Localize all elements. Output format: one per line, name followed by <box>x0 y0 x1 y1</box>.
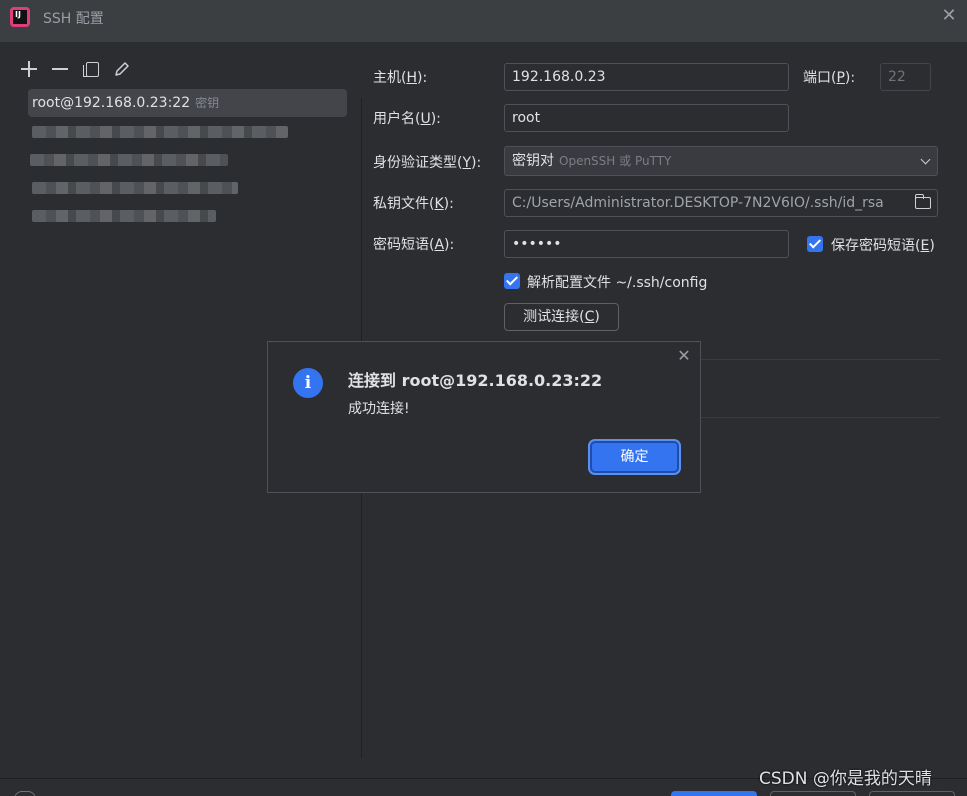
auth-type-value: 密钥对 <box>512 153 554 169</box>
port-input[interactable]: 22 <box>880 63 931 91</box>
cancel-button[interactable] <box>770 791 856 796</box>
username-input[interactable]: root <box>504 104 789 132</box>
host-item-tag: 密钥 <box>195 96 220 110</box>
passphrase-label: 密码短语(A): <box>373 237 455 253</box>
close-icon[interactable]: ✕ <box>937 4 961 28</box>
folder-icon[interactable] <box>914 194 931 209</box>
csdn-watermark: CSDN @你是我的天晴 <box>759 769 932 789</box>
intellij-logo-icon <box>10 7 30 27</box>
key-file-value: C:/Users/Administrator.DESKTOP-7N2V6IO/.… <box>512 195 884 211</box>
username-label: 用户名(U): <box>373 111 441 127</box>
apply-button[interactable] <box>869 791 955 796</box>
key-file-label: 私钥文件(K): <box>373 196 454 212</box>
host-input[interactable]: 192.168.0.23 <box>504 63 789 91</box>
host-item-label: root@192.168.0.23:22 <box>32 95 191 111</box>
dialog-message: 成功连接! <box>348 401 410 417</box>
window-title: SSH 配置 <box>43 11 104 27</box>
info-icon: i <box>293 368 323 398</box>
host-label: 主机(H): <box>373 70 428 86</box>
help-icon[interactable] <box>14 791 36 796</box>
confirm-button[interactable] <box>671 791 757 796</box>
host-list-item-obscured[interactable] <box>28 201 347 229</box>
parse-config-checkbox[interactable] <box>504 273 520 289</box>
copy-icon[interactable] <box>82 60 100 78</box>
connection-result-dialog: ✕ i 连接到 root@192.168.0.23:22 成功连接! 确定 <box>267 341 701 493</box>
port-label: 端口(P): <box>803 70 856 86</box>
edit-icon[interactable] <box>113 60 131 78</box>
auth-type-select[interactable]: 密钥对 OpenSSH 或 PuTTY <box>504 146 938 176</box>
add-icon[interactable] <box>20 60 38 78</box>
host-list-item-obscured[interactable] <box>28 145 347 173</box>
host-list-item-obscured[interactable] <box>28 173 347 201</box>
auth-type-label: 身份验证类型(Y): <box>373 155 482 171</box>
dialog-close-icon[interactable]: ✕ <box>676 348 692 364</box>
ok-button[interactable]: 确定 <box>590 441 679 473</box>
remove-icon[interactable] <box>51 60 69 78</box>
dialog-title: 连接到 root@192.168.0.23:22 <box>348 371 603 390</box>
key-file-input[interactable]: C:/Users/Administrator.DESKTOP-7N2V6IO/.… <box>504 189 938 217</box>
passphrase-input[interactable]: •••••• <box>504 230 789 258</box>
host-list-item-obscured[interactable] <box>28 117 347 145</box>
chevron-down-icon <box>920 154 931 165</box>
host-list-item-selected[interactable]: root@192.168.0.23:22 密钥 <box>28 89 347 117</box>
test-connection-button[interactable]: 测试连接(C) <box>504 303 619 331</box>
parse-config-label[interactable]: 解析配置文件 ~/.ssh/config <box>527 272 707 292</box>
save-passphrase-checkbox[interactable] <box>807 236 823 252</box>
host-list: root@192.168.0.23:22 密钥 <box>28 89 347 229</box>
title-bar: SSH 配置 ✕ <box>0 0 967 42</box>
save-passphrase-label[interactable]: 保存密码短语(E) <box>831 235 935 255</box>
auth-type-sub: OpenSSH 或 PuTTY <box>559 154 672 168</box>
